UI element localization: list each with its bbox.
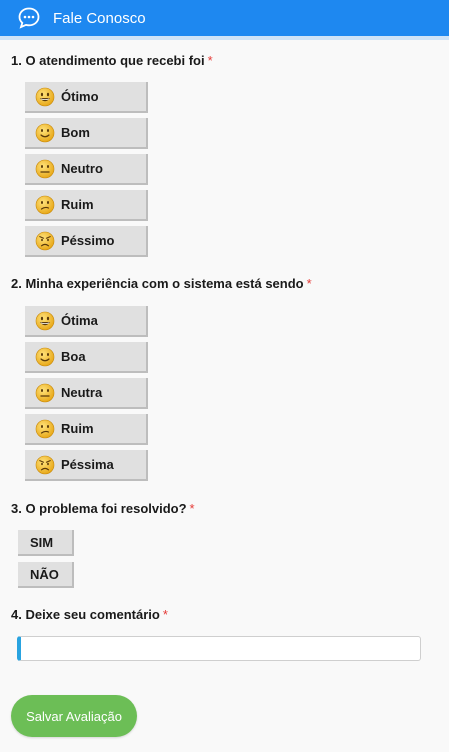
confused-face-icon: [35, 195, 55, 214]
option-label: Péssimo: [61, 233, 115, 248]
q2-option-otima[interactable]: Ótima: [25, 306, 148, 337]
q1-option-pessimo[interactable]: Péssimo: [25, 226, 148, 257]
neutral-face-icon: [35, 383, 55, 402]
option-label: SIM: [30, 534, 54, 550]
q1-option-ruim[interactable]: Ruim: [25, 190, 148, 221]
option-label: Ótima: [61, 313, 98, 328]
option-label: NÃO: [30, 566, 59, 582]
grinning-face-icon: [35, 311, 55, 330]
question-3-label: 3. O problema foi resolvido? *: [11, 501, 195, 516]
header-divider: [0, 36, 449, 40]
q1-option-neutro[interactable]: Neutro: [25, 154, 148, 185]
question-2-label: 2. Minha experiência com o sistema está …: [11, 276, 312, 291]
q3-option-nao[interactable]: NÃO: [18, 562, 74, 588]
save-rating-button[interactable]: Salvar Avaliação: [11, 695, 137, 737]
confused-face-icon: [35, 419, 55, 438]
q2-option-pessima[interactable]: Péssima: [25, 450, 148, 481]
option-label: Ruim: [61, 197, 94, 212]
q2-option-neutra[interactable]: Neutra: [25, 378, 148, 409]
grinning-face-icon: [35, 87, 55, 106]
smiling-face-icon: [35, 123, 55, 142]
q1-option-otimo[interactable]: Ótimo: [25, 82, 148, 113]
angry-face-icon: [35, 455, 55, 474]
chat-bubble-icon: [18, 7, 40, 29]
option-label: Péssima: [61, 457, 114, 472]
option-label: Bom: [61, 125, 90, 140]
angry-face-icon: [35, 231, 55, 250]
header-title: Fale Conosco: [53, 9, 146, 27]
smiling-face-icon: [35, 347, 55, 366]
q1-option-bom[interactable]: Bom: [25, 118, 148, 149]
app-header: Fale Conosco: [0, 0, 449, 36]
question-4-label: 4. Deixe seu comentário *: [11, 607, 168, 622]
option-label: Neutra: [61, 385, 103, 400]
option-label: Neutro: [61, 161, 103, 176]
neutral-face-icon: [35, 159, 55, 178]
q2-option-boa[interactable]: Boa: [25, 342, 148, 373]
q2-option-ruim[interactable]: Ruim: [25, 414, 148, 445]
comment-input[interactable]: [17, 636, 421, 661]
question-1-label: 1. O atendimento que recebi foi *: [11, 53, 213, 68]
option-label: Ótimo: [61, 89, 99, 104]
q3-option-sim[interactable]: SIM: [18, 530, 74, 556]
option-label: Boa: [61, 349, 86, 364]
option-label: Ruim: [61, 421, 94, 436]
